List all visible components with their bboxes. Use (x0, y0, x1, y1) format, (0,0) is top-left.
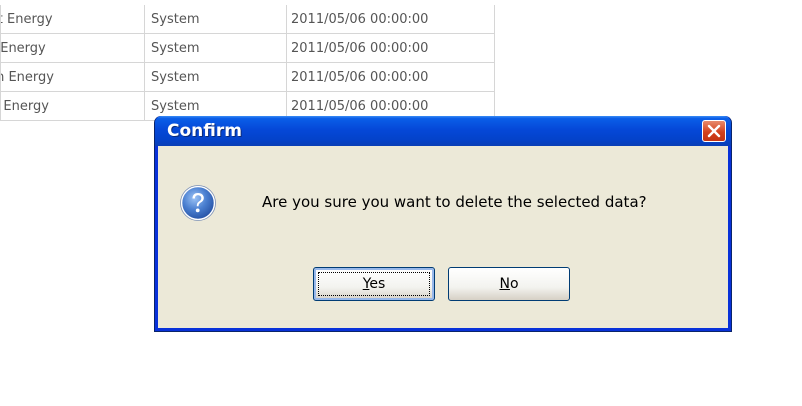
name-cell: t Energy (0, 33, 145, 63)
dialog-titlebar[interactable]: Confirm (155, 116, 731, 146)
yes-label: Yes (362, 276, 386, 292)
yes-button[interactable]: Yes (313, 267, 435, 301)
data-grid: st Energy System 2011/05/06 00:00:00 t E… (0, 5, 495, 121)
close-icon (707, 124, 721, 138)
user-cell: System (144, 5, 287, 34)
table-row[interactable]: th Energy System 2011/05/06 00:00:00 (0, 62, 495, 92)
table-row[interactable]: t Energy System 2011/05/06 00:00:00 (0, 33, 495, 63)
name-cell: th Energy (0, 62, 145, 92)
dialog-body: Are you sure you want to delete the sele… (158, 146, 728, 328)
no-label: No (499, 276, 519, 292)
name-cell: d Energy (0, 91, 145, 121)
date-cell: 2011/05/06 00:00:00 (286, 5, 495, 34)
dialog-message: Are you sure you want to delete the sele… (262, 193, 647, 211)
date-cell: 2011/05/06 00:00:00 (286, 33, 495, 63)
question-icon (180, 185, 216, 221)
dialog-title: Confirm (167, 121, 242, 141)
name-cell: st Energy (0, 5, 145, 34)
table-row[interactable]: st Energy System 2011/05/06 00:00:00 (0, 5, 495, 34)
user-cell: System (144, 33, 287, 63)
close-button[interactable] (702, 120, 726, 142)
no-button[interactable]: No (448, 267, 570, 301)
date-cell: 2011/05/06 00:00:00 (286, 62, 495, 92)
user-cell: System (144, 62, 287, 92)
confirm-dialog: Confirm Are you sure you want to delete … (154, 116, 732, 332)
